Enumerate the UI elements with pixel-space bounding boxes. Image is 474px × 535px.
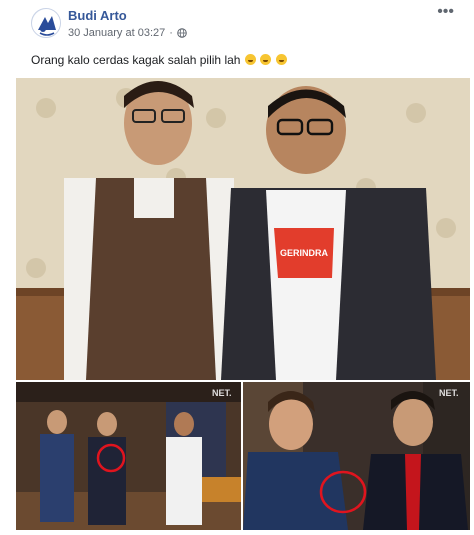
avatar-logo-icon bbox=[32, 9, 60, 37]
post-photo-bottom-left[interactable]: NET. bbox=[16, 382, 241, 530]
post-photo-main[interactable]: GERINDRA bbox=[16, 78, 470, 380]
facebook-post: Budi Arto 30 January at 03:27 · ••• Oran… bbox=[0, 0, 474, 535]
more-options-button[interactable]: ••• bbox=[437, 4, 454, 20]
post-photo-bottom-right[interactable]: NET. bbox=[243, 382, 470, 530]
net-watermark: NET. bbox=[212, 388, 232, 398]
net-watermark: NET. bbox=[439, 388, 459, 398]
author-avatar[interactable] bbox=[31, 8, 61, 38]
grinning-sweat-emoji-icon bbox=[260, 54, 272, 65]
grinning-sweat-emoji-icon bbox=[244, 54, 256, 65]
post-timestamp[interactable]: 30 January at 03:27 bbox=[68, 27, 165, 39]
caption-text: Orang kalo cerdas kagak salah pilih lah bbox=[31, 53, 241, 67]
post-meta: 30 January at 03:27 · bbox=[68, 27, 187, 39]
globe-icon[interactable] bbox=[177, 28, 187, 38]
shirt-text: GERINDRA bbox=[280, 248, 329, 258]
author-name[interactable]: Budi Arto bbox=[68, 8, 127, 23]
post-caption: Orang kalo cerdas kagak salah pilih lah bbox=[31, 53, 287, 67]
grinning-sweat-emoji-icon bbox=[275, 54, 287, 65]
